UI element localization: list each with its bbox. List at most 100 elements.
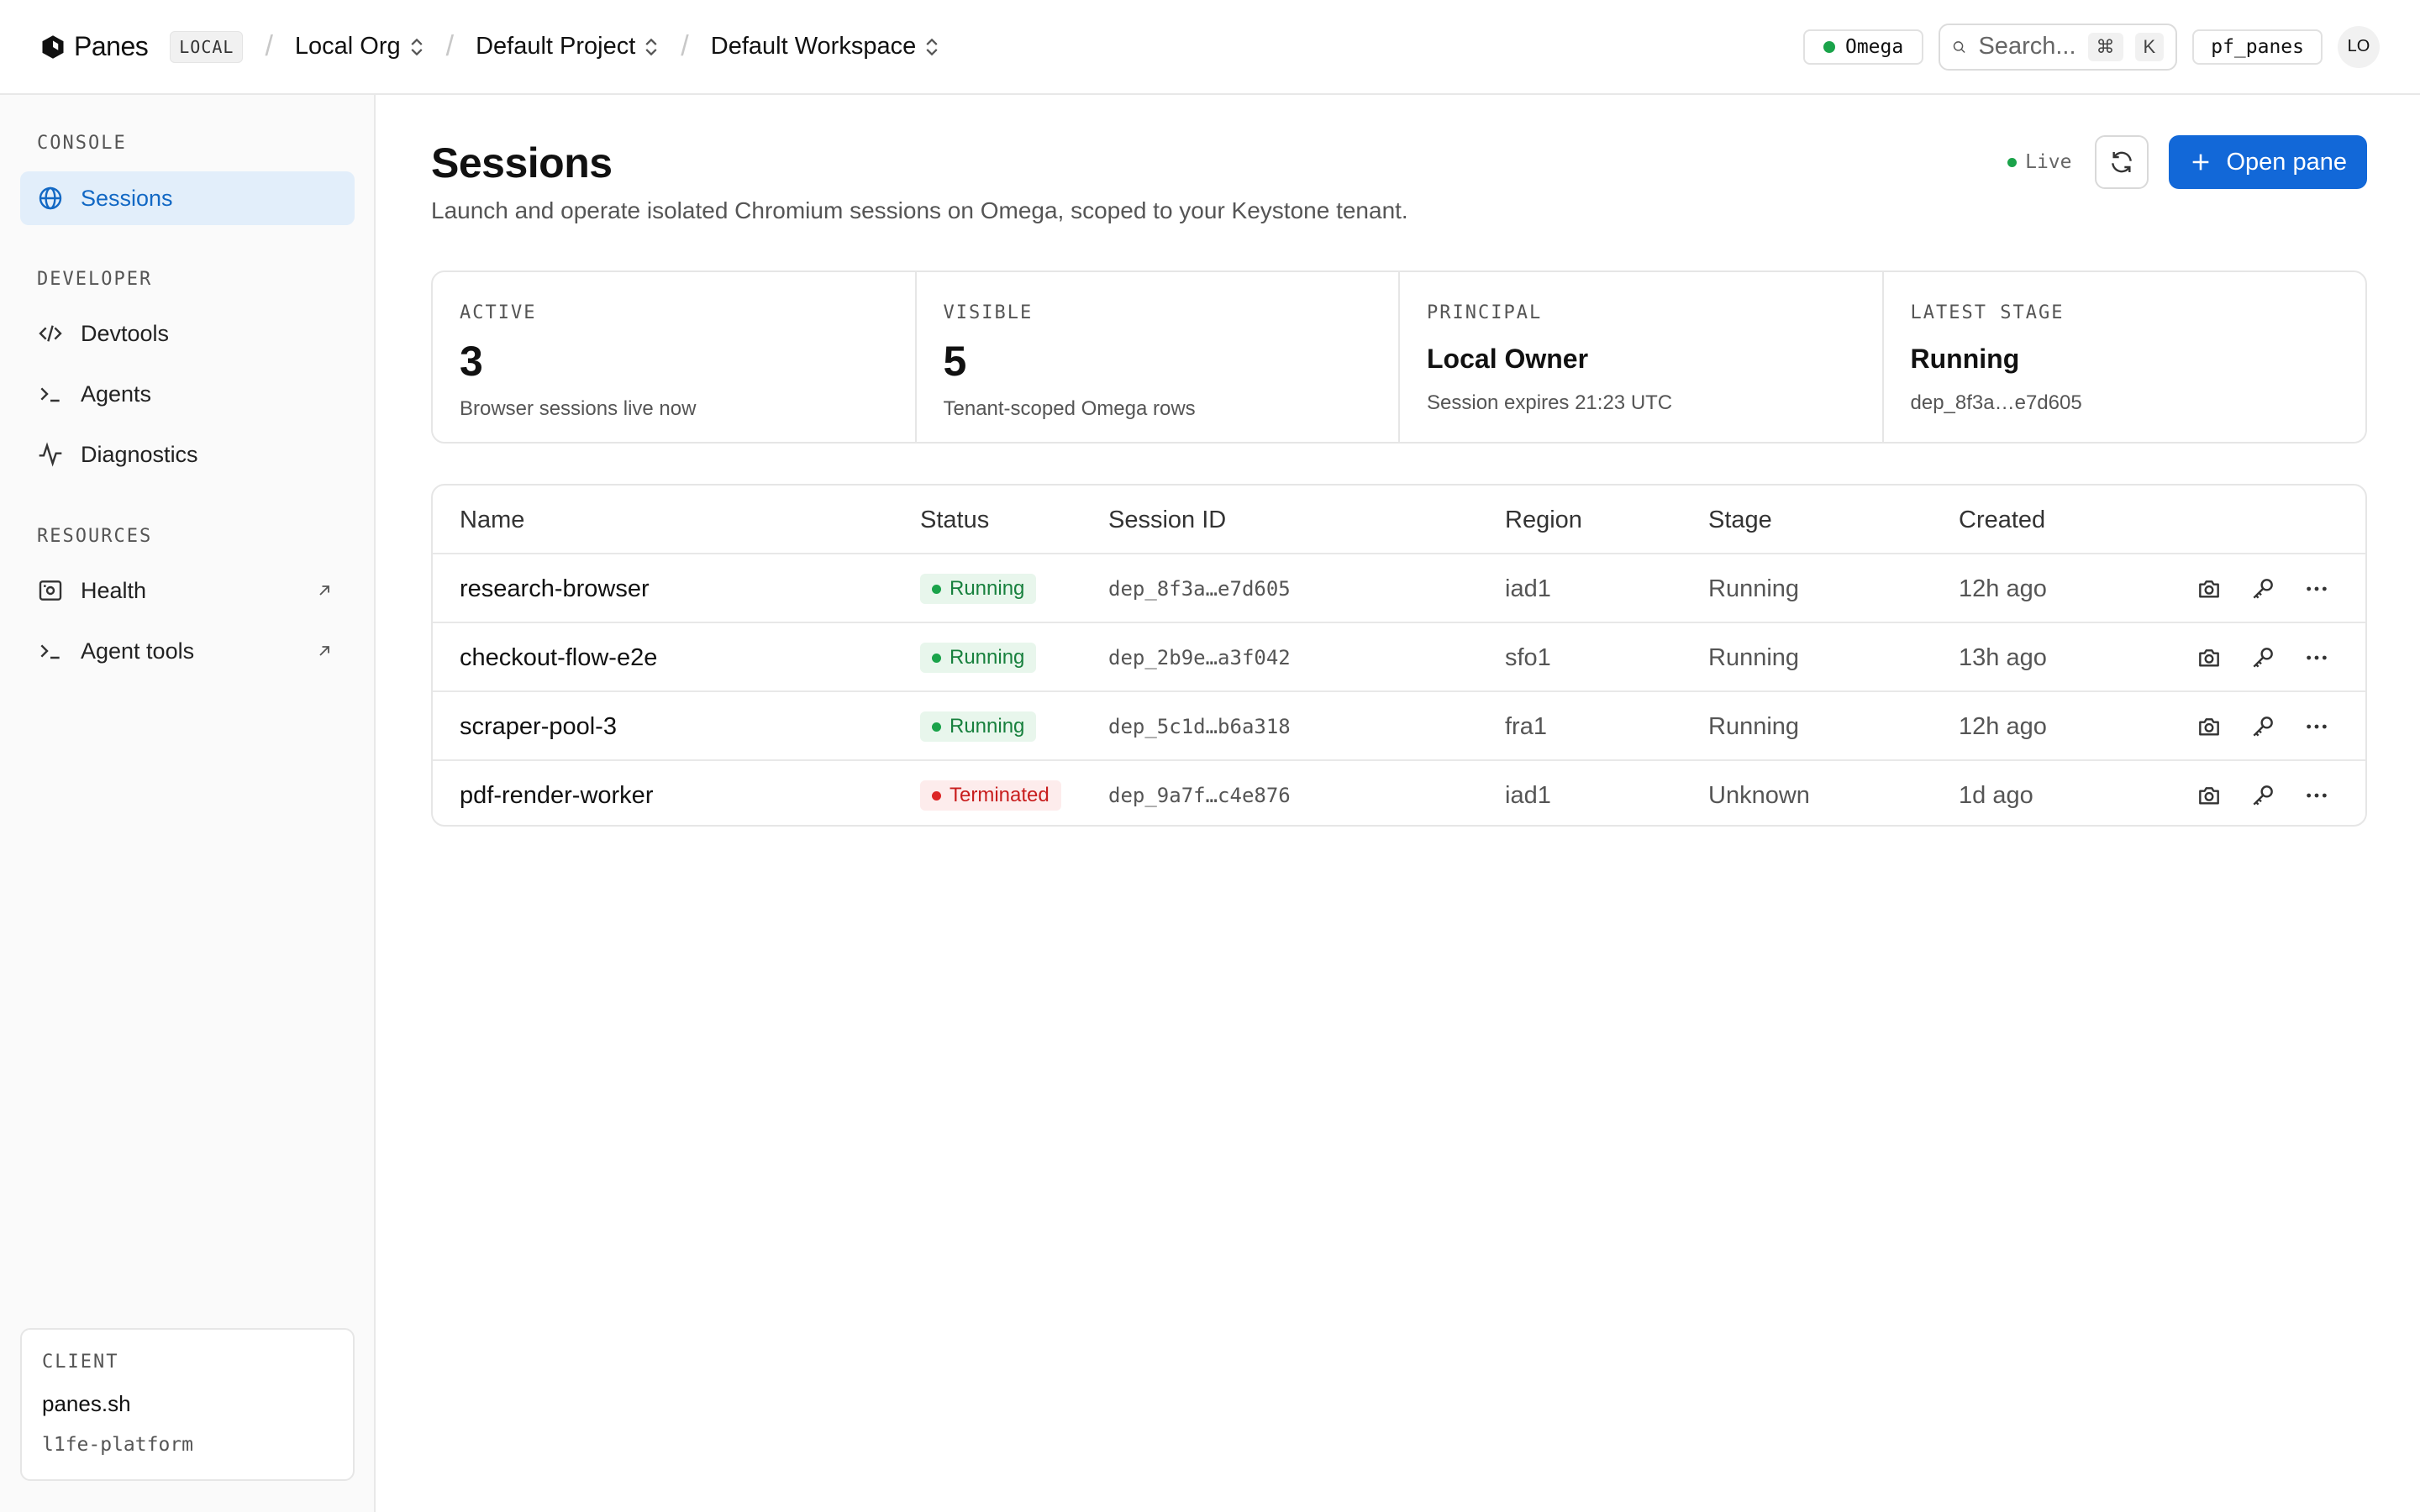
shortcut-key: K xyxy=(2134,32,2165,61)
status-badge: Running xyxy=(920,711,1037,742)
region: sfo1 xyxy=(1505,643,1551,671)
project-label: Default Project xyxy=(476,33,636,60)
search-icon xyxy=(1954,40,1965,53)
camera-icon xyxy=(2196,575,2223,602)
screenshot-button[interactable] xyxy=(2196,644,2223,671)
sidebar-item-health[interactable]: Health xyxy=(20,564,355,617)
credentials-button[interactable] xyxy=(2249,713,2276,740)
row-actions xyxy=(2196,554,2330,623)
sidebar-item-sessions[interactable]: Sessions xyxy=(20,171,355,225)
screenshot-button[interactable] xyxy=(2196,575,2223,602)
more-actions-button[interactable] xyxy=(2303,644,2330,671)
sidebar-item-agents[interactable]: Agents xyxy=(20,367,355,421)
sidebar-item-diagnostics[interactable]: Diagnostics xyxy=(20,428,355,481)
chevron-up-down-icon xyxy=(411,38,423,55)
region: iad1 xyxy=(1505,575,1551,602)
session-name[interactable]: checkout-flow-e2e xyxy=(460,623,657,692)
code-icon xyxy=(39,325,62,342)
page-subtitle: Launch and operate isolated Chromium ses… xyxy=(431,197,1408,223)
sidebar-item-label: Devtools xyxy=(81,320,170,346)
sidebar-item-label: Health xyxy=(81,577,147,603)
live-label: Live xyxy=(2025,151,2072,173)
stat-label: ACTIVE xyxy=(460,302,537,323)
session-name[interactable]: pdf-render-worker xyxy=(460,761,653,825)
stat-sub: Browser sessions live now xyxy=(460,397,697,420)
table-row[interactable]: scraper-pool-3 Running dep_5c1d…b6a318 fra1… xyxy=(433,692,2365,761)
status-dot-icon xyxy=(932,584,941,594)
live-indicator: Live xyxy=(2007,151,2071,173)
table-row[interactable]: pdf-render-worker Terminated dep_9a7f…c4e8… xyxy=(433,761,2365,825)
org-switcher[interactable]: Local Org xyxy=(295,33,424,60)
status-label: Running xyxy=(950,646,1025,669)
column-header-stage[interactable]: Stage xyxy=(1708,486,1772,554)
table-row[interactable]: checkout-flow-e2e Running dep_2b9e…a3f042 s… xyxy=(433,623,2365,692)
breadcrumb-separator: / xyxy=(265,30,273,62)
stat-latest-stage: LATEST STAGE Running dep_8f3a…e7d605 xyxy=(1884,272,2366,442)
brand[interactable]: Panes LOCAL xyxy=(40,30,244,63)
table-row[interactable]: research-browser Running dep_8f3a…e7d605 ia… xyxy=(433,554,2365,623)
more-horizontal-icon xyxy=(2303,782,2330,809)
sidebar-item-devtools[interactable]: Devtools xyxy=(20,307,355,360)
open-pane-label: Open pane xyxy=(2226,148,2347,176)
status-dot-icon xyxy=(932,790,941,801)
search-input[interactable]: Search... ⌘ K xyxy=(1939,23,2178,71)
sidebar-item-label: Sessions xyxy=(81,185,173,211)
key-icon xyxy=(2249,782,2276,809)
avatar[interactable]: LO xyxy=(2338,25,2380,68)
open-pane-button[interactable]: Open pane xyxy=(2169,135,2367,189)
panes-logo-icon xyxy=(42,34,64,59)
status-cell: Running xyxy=(920,623,1037,692)
breadcrumb-separator: / xyxy=(681,30,689,62)
sidebar-heading-console: CONSOLE xyxy=(37,133,127,154)
screenshot-button[interactable] xyxy=(2196,782,2223,809)
key-icon xyxy=(2249,575,2276,602)
more-horizontal-icon xyxy=(2303,575,2330,602)
sidebar-heading-resources: RESOURCES xyxy=(37,526,153,547)
live-dot-icon xyxy=(2007,157,2018,167)
more-actions-button[interactable] xyxy=(2303,713,2330,740)
key-icon xyxy=(2249,713,2276,740)
external-link-icon xyxy=(319,646,329,656)
column-header-session-id[interactable]: Session ID xyxy=(1108,486,1226,554)
health-icon xyxy=(39,580,62,601)
main-content: Sessions Launch and operate isolated Chr… xyxy=(376,95,2420,1512)
stats-panel: ACTIVE 3 Browser sessions live now VISIB… xyxy=(431,270,2367,444)
client-sub: l1fe-platform xyxy=(42,1434,194,1456)
environment-pill[interactable]: Omega xyxy=(1802,29,1924,65)
refresh-icon xyxy=(2112,151,2133,173)
client-card[interactable]: CLIENT panes.sh l1fe-platform xyxy=(20,1328,355,1481)
camera-icon xyxy=(2196,644,2223,671)
column-header-status[interactable]: Status xyxy=(920,486,989,554)
screenshot-button[interactable] xyxy=(2196,713,2223,740)
credentials-button[interactable] xyxy=(2249,644,2276,671)
stat-principal: PRINCIPAL Local Owner Session expires 21… xyxy=(1400,272,1884,442)
more-actions-button[interactable] xyxy=(2303,782,2330,809)
session-name[interactable]: research-browser xyxy=(460,554,650,623)
status-badge: Running xyxy=(920,574,1037,604)
more-actions-button[interactable] xyxy=(2303,575,2330,602)
credentials-button[interactable] xyxy=(2249,575,2276,602)
project-switcher[interactable]: Default Project xyxy=(476,33,659,60)
status-cell: Running xyxy=(920,692,1037,761)
sidebar-item-agent-tools[interactable]: Agent tools xyxy=(20,624,355,678)
stat-value: 5 xyxy=(943,338,967,385)
stat-value: Running xyxy=(1910,344,2020,374)
sessions-table: Name Status Session ID Region Stage Crea… xyxy=(431,484,2367,827)
column-header-name[interactable]: Name xyxy=(460,486,524,554)
activity-icon xyxy=(39,442,62,467)
session-name[interactable]: scraper-pool-3 xyxy=(460,692,617,761)
external-link-icon xyxy=(319,585,329,596)
header-actions: Live Open pane xyxy=(2007,135,2367,189)
env-badge: LOCAL xyxy=(170,30,244,63)
created: 12h ago xyxy=(1959,575,2047,602)
stage: Running xyxy=(1708,643,1800,671)
column-header-region[interactable]: Region xyxy=(1505,486,1582,554)
credentials-button[interactable] xyxy=(2249,782,2276,809)
session-id: dep_2b9e…a3f042 xyxy=(1108,646,1291,669)
workspace-label: Default Workspace xyxy=(710,33,917,60)
column-header-created[interactable]: Created xyxy=(1959,486,2045,554)
workspace-switcher[interactable]: Default Workspace xyxy=(711,33,939,60)
client-name: panes.sh xyxy=(42,1391,131,1416)
refresh-button[interactable] xyxy=(2095,135,2149,189)
tenant-pill[interactable]: pf_panes xyxy=(2192,29,2323,65)
